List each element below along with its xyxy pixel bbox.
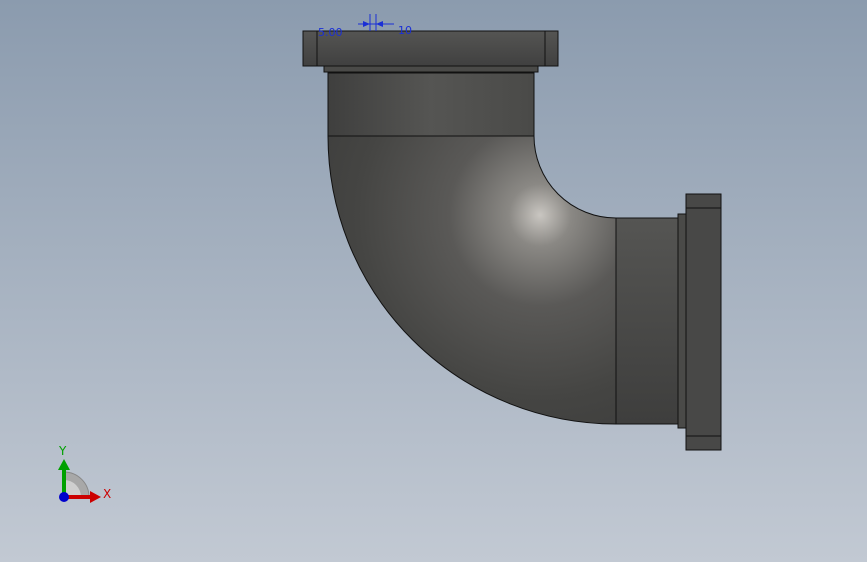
model-canvas[interactable]: 5.00 10 Y X [0,0,867,562]
pipe-elbow-model[interactable] [302,30,722,451]
x-axis-label: X [103,487,111,501]
y-axis-arrow-icon [58,459,70,470]
x-axis-arrow-icon [90,491,101,503]
dimension-value-right: 10 [398,24,412,37]
top-pipe-section[interactable] [327,67,535,137]
right-flange[interactable] [685,193,722,451]
right-flange-neck [677,213,687,429]
right-pipe-section[interactable] [615,217,679,425]
graphics-viewport[interactable]: 5.00 10 Y X [0,0,867,562]
y-axis-label: Y [58,444,67,458]
elbow-bend-surface[interactable] [327,135,617,425]
dimension-value-left: 5.00 [318,26,343,39]
z-axis-dot-icon [59,492,69,502]
reference-triad[interactable]: Y X [58,444,111,503]
top-flange-neck [323,65,539,73]
